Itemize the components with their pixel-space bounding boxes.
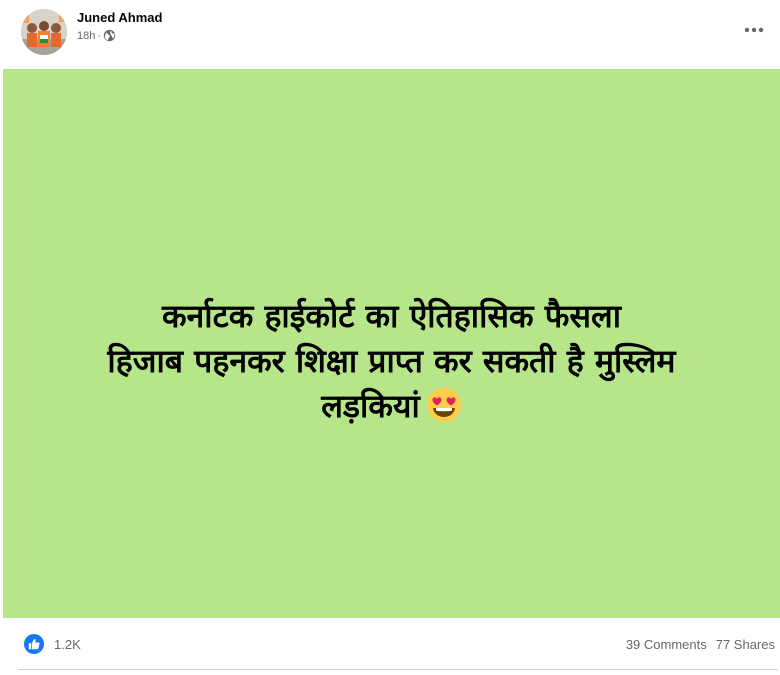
footer-divider [18,669,778,670]
post-text-line-3: लड़कियां [321,387,420,425]
author-name[interactable]: Juned Ahmad [77,10,162,25]
post-card: Juned Ahmad 18h · कर्नाटक हाईकोर्ट का ऐत… [0,0,780,675]
post-text: कर्नाटक हाईकोर्ट का ऐतिहासिक फैसला हिजाब… [107,294,675,429]
reaction-count[interactable]: 1.2K [54,637,81,652]
more-options-icon [744,27,764,33]
globe-icon[interactable] [103,29,116,42]
post-timestamp[interactable]: 18h [77,30,95,42]
engagement-summary: 39 Comments 77 Shares [626,637,775,652]
post-text-line-1: कर्नाटक हाईकोर्ट का ऐतिहासिक फैसला [161,297,621,335]
comments-count[interactable]: 39 Comments [626,637,707,652]
post-header: Juned Ahmad 18h · [0,0,780,68]
post-footer: 1.2K 39 Comments 77 Shares [0,618,780,670]
post-text-background: कर्नाटक हाईकोर्ट का ऐतिहासिक फैसला हिजाब… [3,69,780,618]
more-options-button[interactable] [736,16,772,44]
post-text-line-3-row: लड़कियां [107,384,675,429]
shares-count[interactable]: 77 Shares [716,637,775,652]
post-meta: 18h · [77,29,116,42]
like-icon[interactable] [24,634,44,654]
author-avatar[interactable] [21,9,67,55]
heart-eyes-emoji [426,387,462,423]
post-text-line-2: हिजाब पहनकर शिक्षा प्राप्त कर सकती है मु… [107,342,676,380]
avatar-image [21,9,67,55]
meta-separator: · [97,29,102,42]
